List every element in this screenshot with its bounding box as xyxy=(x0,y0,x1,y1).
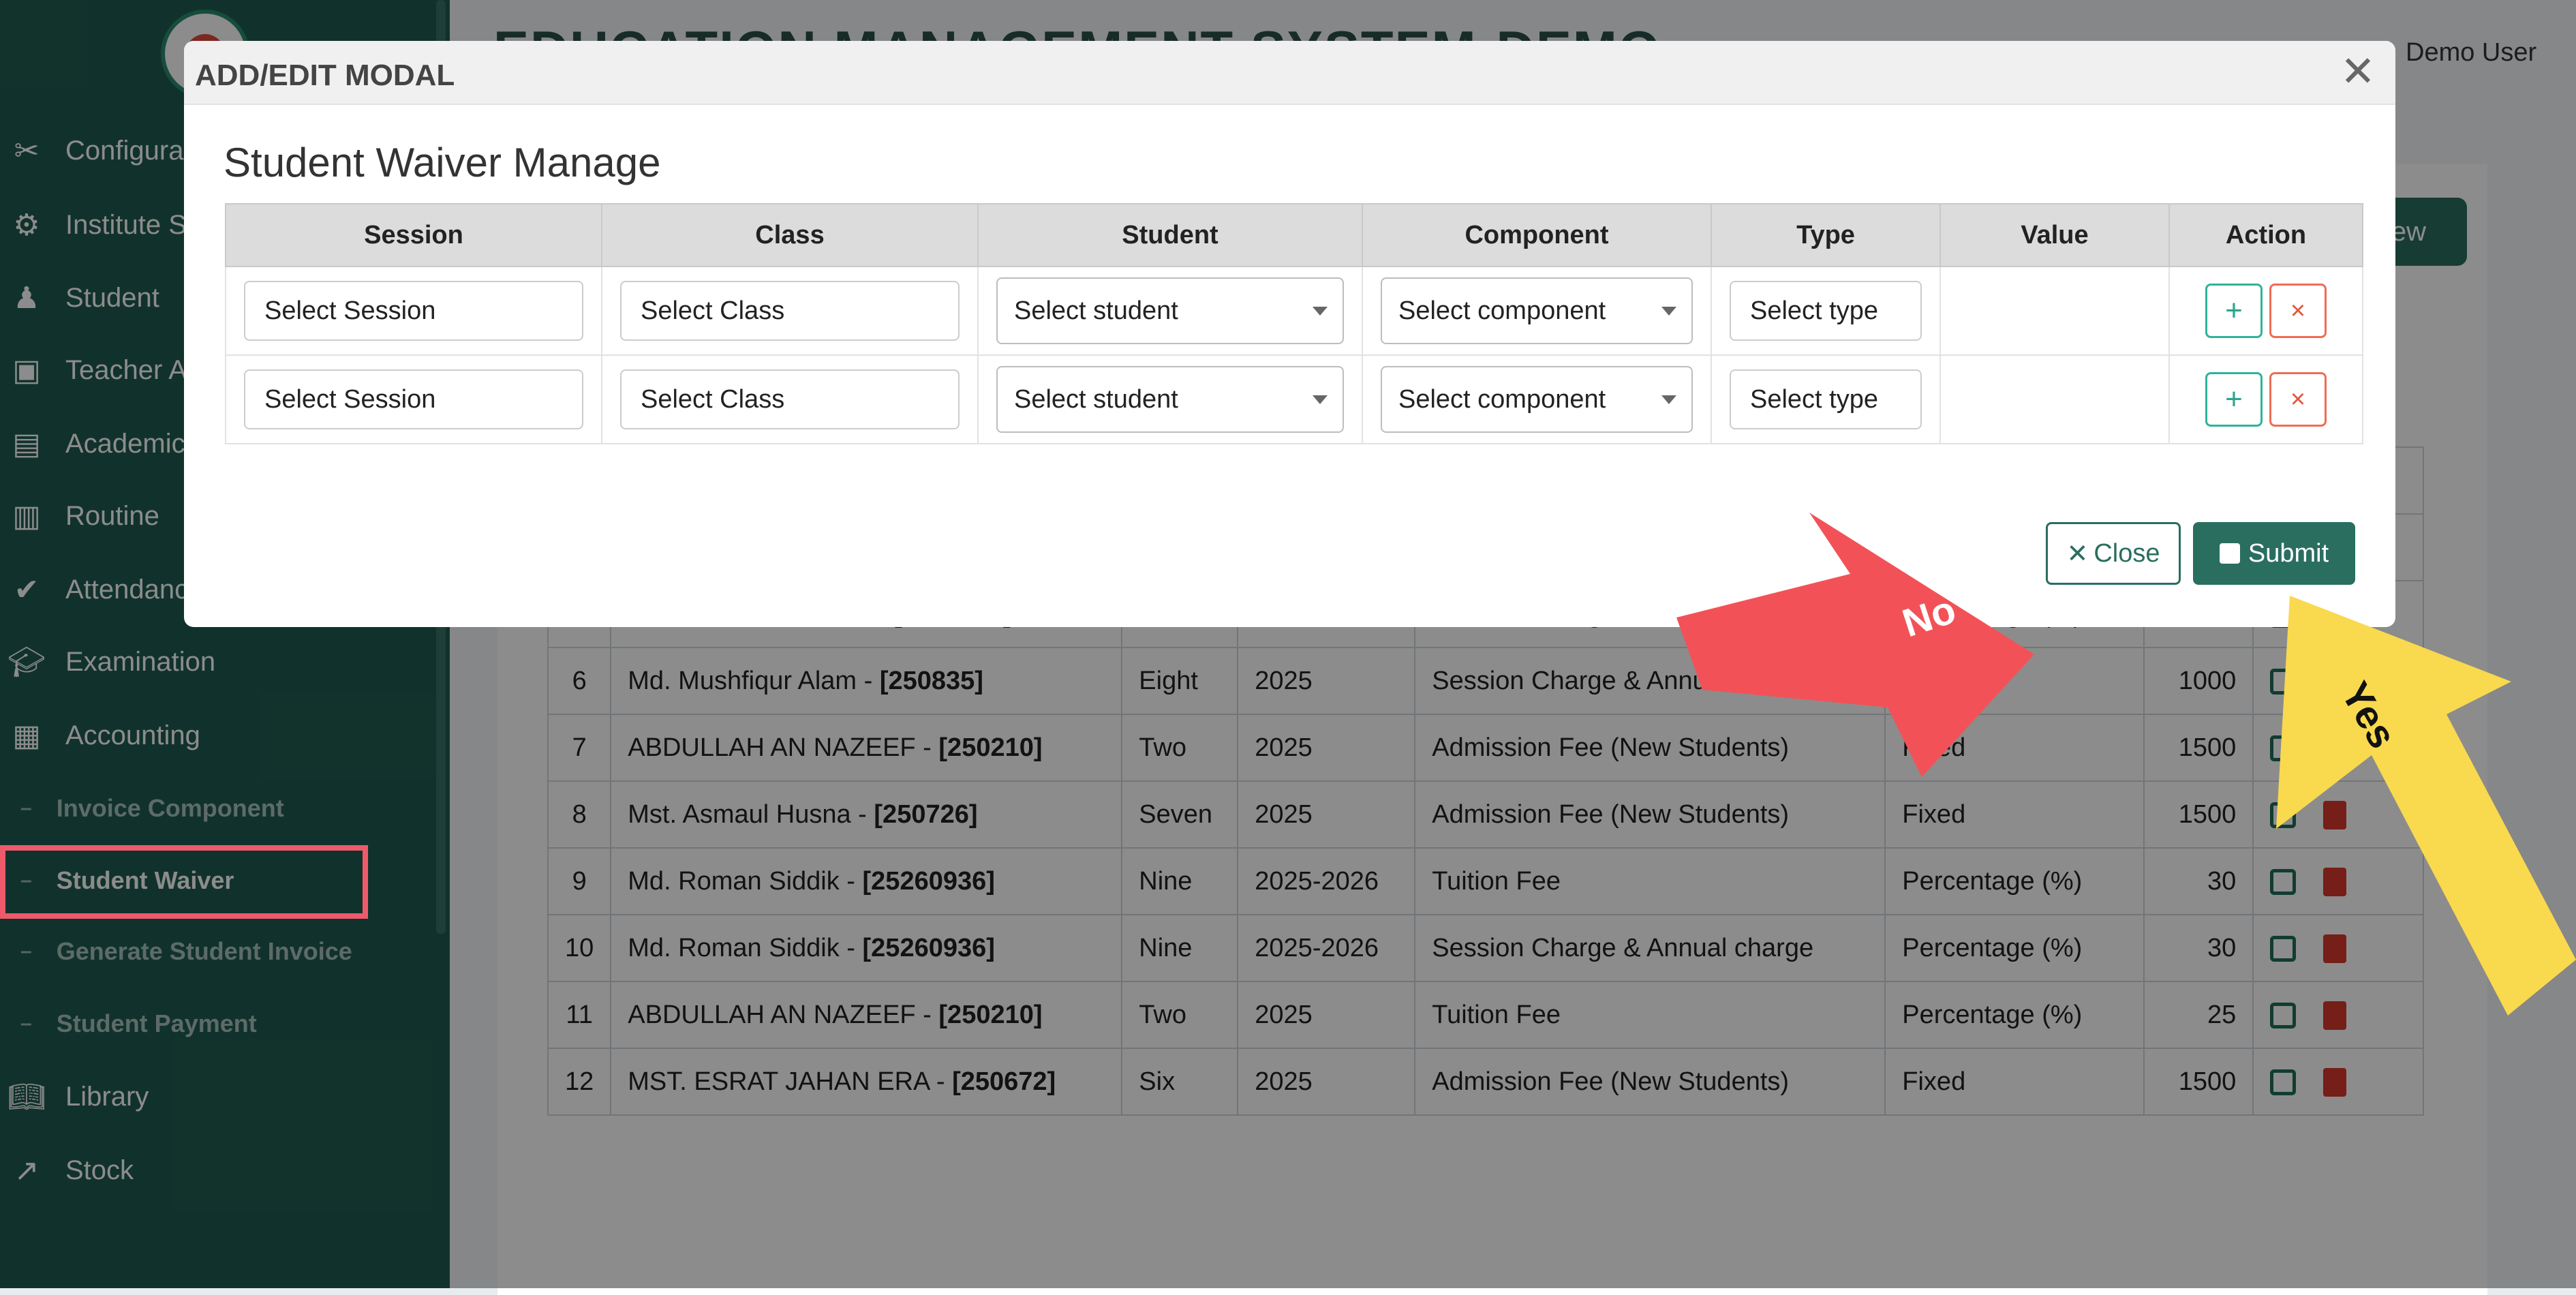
yes-arrow-shape xyxy=(2276,596,2576,1016)
no-arrow: No xyxy=(1676,513,2034,777)
no-arrow-shape xyxy=(1676,513,2034,777)
yes-arrow: Yes xyxy=(2276,596,2576,1016)
annotation-arrows: No Yes xyxy=(1676,513,2576,1016)
